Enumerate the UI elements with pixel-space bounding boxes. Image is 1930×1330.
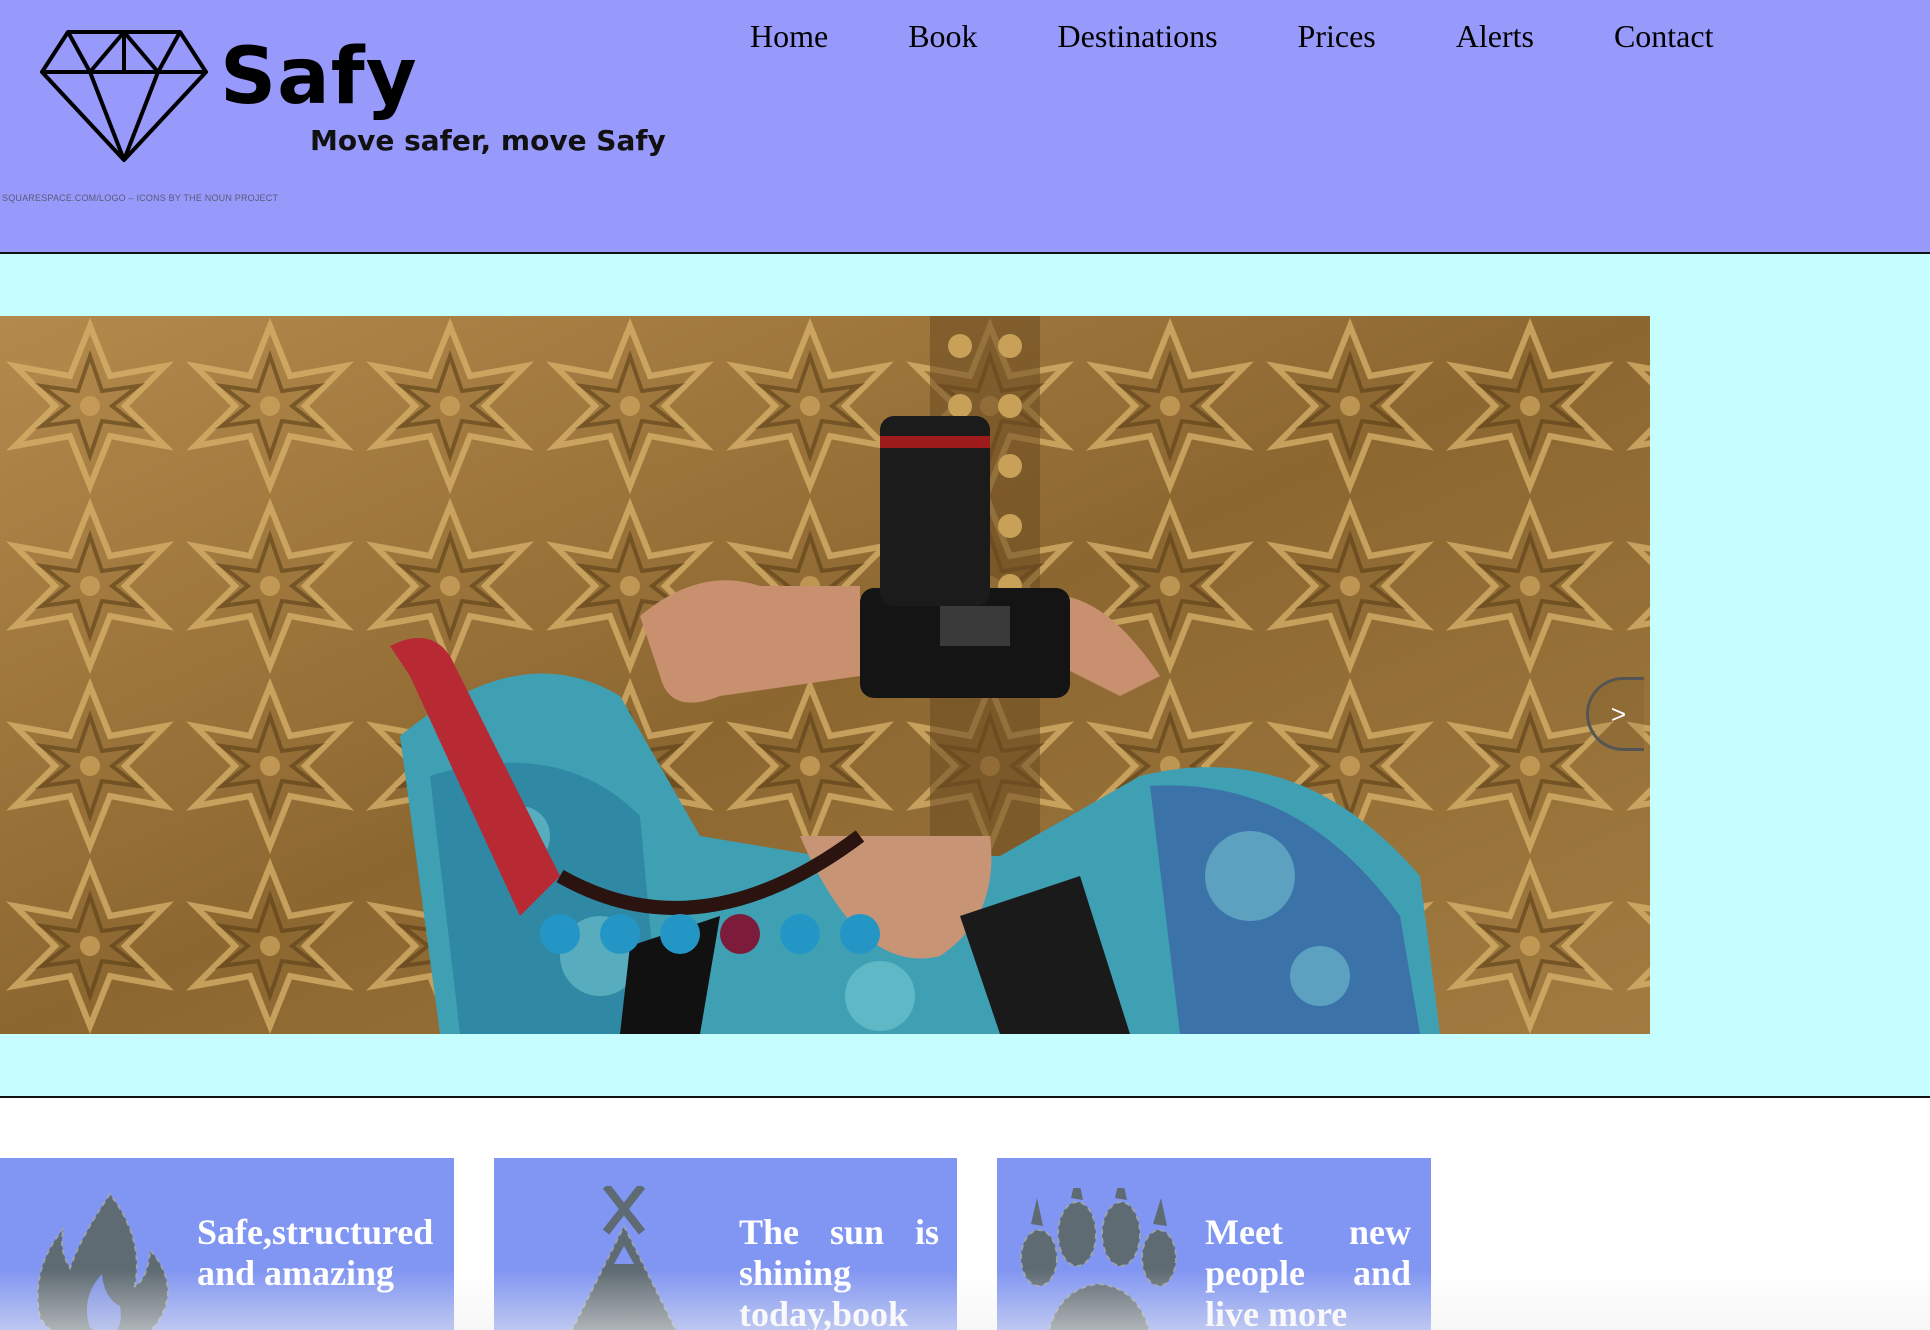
paw-print-icon (1020, 1188, 1177, 1330)
main-nav: Home Book Destinations Prices Alerts Con… (710, 16, 1753, 56)
slider-dot-4-active[interactable] (720, 914, 760, 954)
feature-card-text: The sun is shining today,book (739, 1212, 939, 1330)
slider-dot-3[interactable] (660, 914, 700, 954)
brand-name[interactable]: Safy (220, 38, 418, 116)
feature-card-text: Safe,structured and amazing (197, 1212, 434, 1293)
tagline: Move safer, move Safy (310, 124, 666, 157)
feature-card-1[interactable]: Safe,structured and amazing (0, 1158, 454, 1330)
slider-dot-2[interactable] (600, 914, 640, 954)
nav-link-alerts[interactable]: Alerts (1416, 16, 1574, 56)
nav-link-contact[interactable]: Contact (1574, 16, 1754, 56)
nav-link-destinations[interactable]: Destinations (1018, 16, 1258, 56)
nav-link-book[interactable]: Book (868, 16, 1017, 56)
slider-dot-5[interactable] (780, 914, 820, 954)
feature-card-2[interactable]: The sun is shining today,book (494, 1158, 957, 1330)
campfire-icon (36, 1192, 169, 1330)
nav-link-home[interactable]: Home (710, 16, 868, 56)
slider-dot-1[interactable] (540, 914, 580, 954)
slider-dots (540, 914, 880, 954)
nav-link-prices[interactable]: Prices (1258, 16, 1416, 56)
slider-dot-6[interactable] (840, 914, 880, 954)
site-header: Safy Move safer, move Safy SQUARESPACE.C… (0, 0, 1930, 254)
tent-icon (570, 1186, 678, 1330)
hero-section: > (0, 254, 1930, 1098)
diamond-icon[interactable] (40, 28, 208, 164)
logo-credit: SQUARESPACE.COM/LOGO – ICONS BY THE NOUN… (2, 193, 279, 203)
feature-card-text: Meet new people and live more (1205, 1212, 1411, 1330)
feature-card-3[interactable]: Meet new people and live more (997, 1158, 1431, 1330)
